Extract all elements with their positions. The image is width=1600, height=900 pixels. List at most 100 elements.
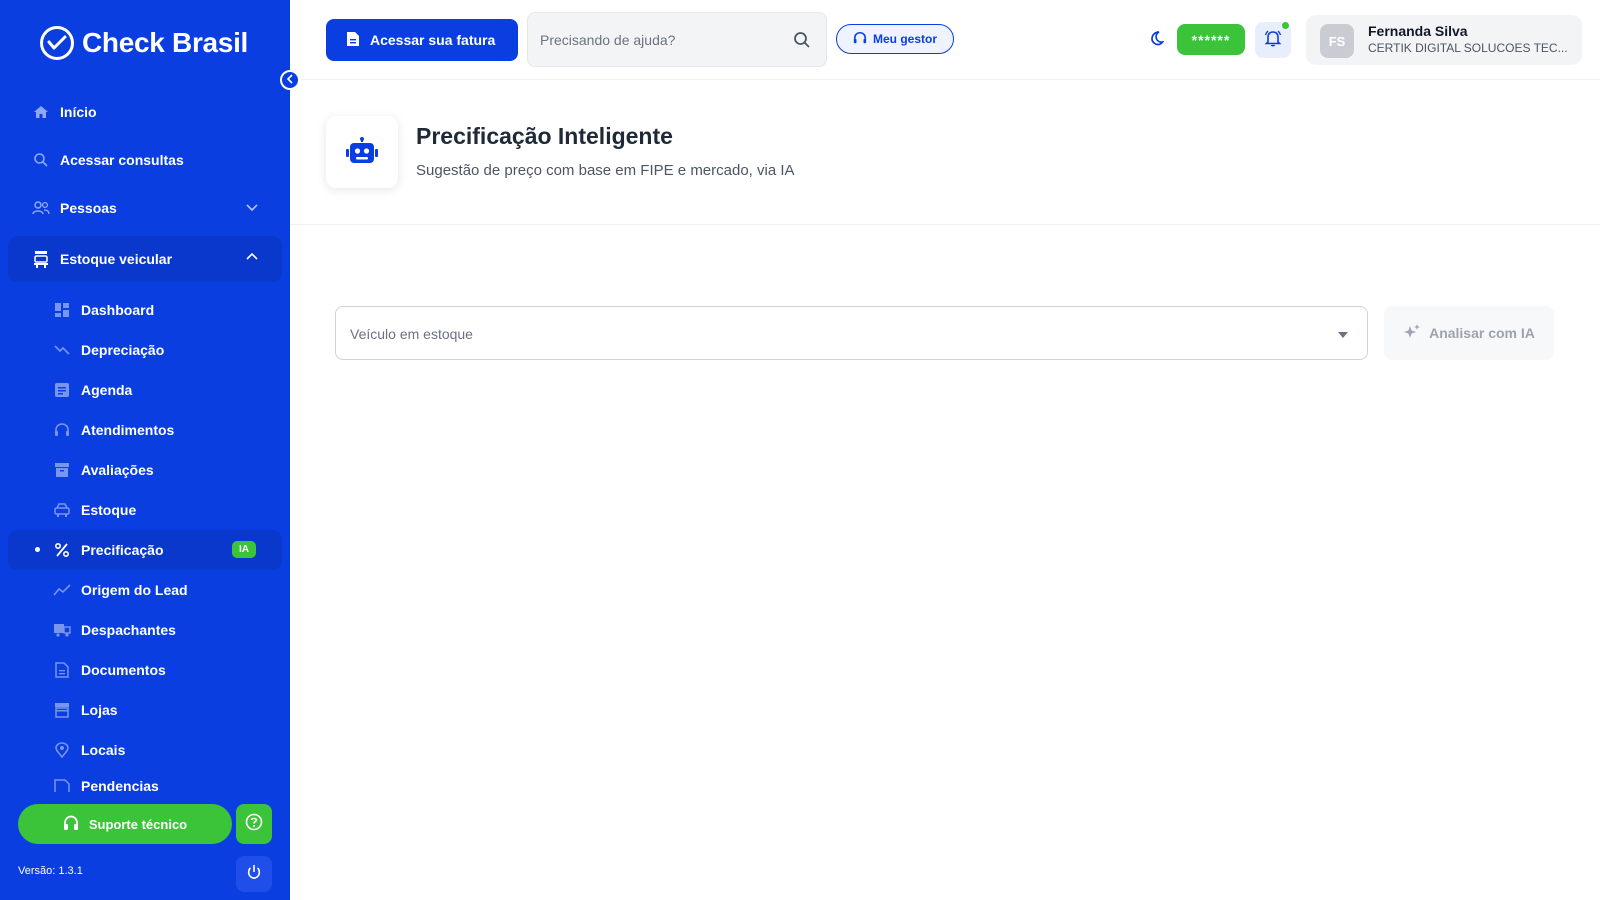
sidebar-item-agenda[interactable]: Agenda <box>8 370 282 410</box>
brand-name: Check Brasil <box>82 27 249 58</box>
sidebar-item-label: Documentos <box>81 662 166 678</box>
robot-icon <box>326 116 398 188</box>
sidebar-item-label: Estoque veicular <box>60 251 173 267</box>
version-label: Versão: 1.3.1 <box>18 865 83 877</box>
support-label: Suporte técnico <box>88 816 188 832</box>
headphones-icon <box>63 815 79 834</box>
sidebar-item-label: Acessar consultas <box>60 152 184 168</box>
user-company: CERTIK DIGITAL SOLUCOES TEC... <box>1368 41 1568 55</box>
sidebar-item-pendencias[interactable]: Pendencias <box>8 770 282 792</box>
sidebar-item-label: Lojas <box>81 702 118 718</box>
help-search <box>527 12 827 67</box>
sidebar-item-avaliacoes[interactable]: Avaliações <box>8 450 282 490</box>
caret-down-icon <box>1337 329 1349 341</box>
sidebar-item-label: Avaliações <box>81 462 154 478</box>
sidebar-submenu: Dashboard Depreciação Agenda Atendimento… <box>8 290 282 792</box>
help-button[interactable] <box>236 804 272 844</box>
manager-button-label: Meu gestor <box>872 32 937 46</box>
help-search-input[interactable] <box>540 29 780 51</box>
home-icon <box>32 103 50 121</box>
sidebar-nav: Início Acessar consultas Pessoas Estoque… <box>8 92 282 290</box>
ia-badge: IA <box>232 541 256 558</box>
dashboard-icon <box>53 301 71 319</box>
support-button[interactable]: Suporte técnico <box>18 804 232 844</box>
sidebar-item-consultas[interactable]: Acessar consultas <box>8 140 282 180</box>
sidebar-item-lojas[interactable]: Lojas <box>8 690 282 730</box>
chevron-down-icon <box>244 200 260 216</box>
sidebar-item-label: Atendimentos <box>81 422 175 438</box>
sidebar: Check Brasil Início Acessar consultas Pe… <box>0 0 290 900</box>
page-subtitle: Sugestão de preço com base em FIPE e mer… <box>416 162 795 179</box>
sidebar-item-label: Estoque <box>81 502 137 518</box>
sidebar-item-label: Locais <box>81 742 126 758</box>
sidebar-collapse-button[interactable] <box>280 70 300 90</box>
sidebar-item-label: Depreciação <box>81 342 165 358</box>
avatar: FS <box>1320 24 1354 58</box>
sidebar-item-estoque-veicular[interactable]: Estoque veicular <box>8 236 282 282</box>
document-icon <box>53 661 71 679</box>
sidebar-item-label: Pendencias <box>81 778 159 792</box>
question-circle-icon <box>245 813 263 836</box>
logout-button[interactable] <box>236 856 272 892</box>
sidebar-item-inicio[interactable]: Início <box>8 92 282 132</box>
masked-balance[interactable]: ****** <box>1177 24 1245 55</box>
sidebar-item-documentos[interactable]: Documentos <box>8 650 282 690</box>
sidebar-item-despachantes[interactable]: Despachantes <box>8 610 282 650</box>
invoice-button-label: Acessar sua fatura <box>370 32 496 48</box>
page-header: Precificação Inteligente Sugestão de pre… <box>290 80 1600 225</box>
sidebar-item-atendimentos[interactable]: Atendimentos <box>8 410 282 450</box>
chart-line-icon <box>53 581 71 599</box>
sidebar-item-estoque[interactable]: Estoque <box>8 490 282 530</box>
analyze-ai-button-label: Analisar com IA <box>1429 325 1535 341</box>
brand-logo[interactable]: Check Brasil <box>40 26 248 60</box>
power-icon <box>246 864 262 885</box>
user-name: Fernanda Silva <box>1368 23 1468 39</box>
car-icon <box>53 501 71 519</box>
sidebar-item-label: Origem do Lead <box>81 582 188 598</box>
top-bar: Acessar sua fatura Meu gestor ****** FS … <box>290 0 1600 80</box>
people-icon <box>32 199 50 217</box>
sidebar-item-pessoas[interactable]: Pessoas <box>8 188 282 228</box>
vehicle-select-placeholder: Veículo em estoque <box>350 326 473 342</box>
sidebar-item-label: Precificação <box>81 542 164 558</box>
headset-icon <box>53 421 71 439</box>
moon-icon <box>1148 30 1165 51</box>
chevron-left-icon <box>286 71 294 89</box>
analyze-ai-button[interactable]: Analisar com IA <box>1384 306 1554 360</box>
theme-toggle[interactable] <box>1146 30 1166 50</box>
sidebar-item-label: Início <box>60 104 97 120</box>
sidebar-item-dashboard[interactable]: Dashboard <box>8 290 282 330</box>
headset-icon <box>853 31 867 48</box>
check-logo-icon <box>40 26 74 60</box>
sidebar-item-depreciacao[interactable]: Depreciação <box>8 330 282 370</box>
sidebar-item-label: Agenda <box>81 382 133 398</box>
bell-icon <box>1264 29 1282 52</box>
search-icon <box>32 151 50 169</box>
chevron-up-icon <box>244 248 260 264</box>
trending-down-icon <box>53 341 71 359</box>
search-icon[interactable] <box>792 30 812 50</box>
truck-icon <box>53 621 71 639</box>
percent-icon <box>53 541 71 559</box>
file-icon <box>346 31 360 50</box>
notifications-button[interactable] <box>1255 22 1291 58</box>
user-menu[interactable]: FS Fernanda Silva CERTIK DIGITAL SOLUCOE… <box>1306 15 1582 65</box>
store-icon <box>53 701 71 719</box>
active-indicator <box>35 547 40 552</box>
manager-button[interactable]: Meu gestor <box>836 24 954 54</box>
sidebar-item-label: Despachantes <box>81 622 176 638</box>
sidebar-item-label: Pessoas <box>60 200 117 216</box>
sidebar-item-origem-do-lead[interactable]: Origem do Lead <box>8 570 282 610</box>
sidebar-item-label: Dashboard <box>81 302 155 318</box>
sparkles-icon <box>1403 323 1421 344</box>
sidebar-item-locais[interactable]: Locais <box>8 730 282 770</box>
page-title: Precificação Inteligente <box>416 123 673 149</box>
archive-icon <box>53 461 71 479</box>
map-pin-icon <box>53 741 71 759</box>
car-stock-icon <box>32 250 50 268</box>
agenda-icon <box>53 381 71 399</box>
alert-icon <box>53 778 71 792</box>
vehicle-select[interactable]: Veículo em estoque <box>335 306 1368 360</box>
sidebar-item-precificacao[interactable]: Precificação IA <box>8 530 282 570</box>
invoice-button[interactable]: Acessar sua fatura <box>326 19 518 61</box>
